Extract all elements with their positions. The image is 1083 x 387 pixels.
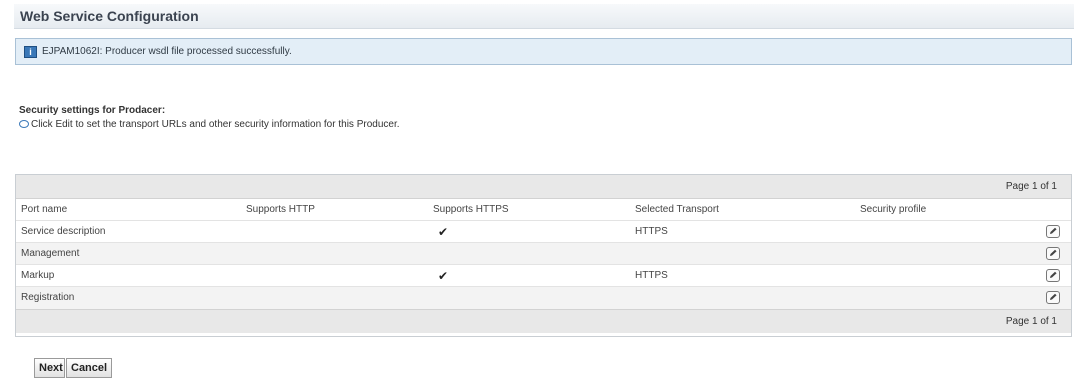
edit-icon[interactable]	[1046, 291, 1060, 304]
table-row: Markup ✔ HTTPS	[16, 265, 1071, 287]
ports-table: Page 1 of 1 Port name Supports HTTP Supp…	[15, 174, 1072, 337]
table-row: Service description ✔ HTTPS	[16, 221, 1071, 243]
info-icon: i	[24, 46, 37, 58]
status-message-text: EJPAM1062I: Producer wsdl file processed…	[42, 46, 292, 57]
supports-https-check-icon: ✔	[438, 225, 449, 239]
help-line: Click Edit to set the transport URLs and…	[19, 119, 400, 130]
port-name-cell: Service description	[21, 226, 106, 237]
selected-transport-cell: HTTPS	[635, 270, 668, 281]
column-header-supports-https: Supports HTTPS	[433, 204, 509, 215]
table-header-row: Port name Supports HTTP Supports HTTPS S…	[16, 199, 1071, 221]
page-title: Web Service Configuration	[20, 8, 199, 24]
table-row: Registration	[16, 287, 1071, 309]
port-name-cell: Registration	[21, 292, 75, 303]
help-bubble-icon	[19, 120, 29, 128]
status-message: i EJPAM1062I: Producer wsdl file process…	[15, 38, 1072, 65]
pager-top: Page 1 of 1	[16, 175, 1071, 199]
edit-icon[interactable]	[1046, 225, 1060, 238]
help-text: Click Edit to set the transport URLs and…	[31, 119, 400, 130]
column-header-selected-transport: Selected Transport	[635, 204, 719, 215]
port-name-cell: Management	[21, 248, 80, 259]
column-header-security-profile: Security profile	[860, 204, 927, 215]
next-button[interactable]: Next	[34, 358, 65, 378]
selected-transport-cell: HTTPS	[635, 226, 668, 237]
column-header-supports-http: Supports HTTP	[246, 204, 315, 215]
edit-icon[interactable]	[1046, 247, 1060, 260]
security-settings-title: Security settings for Prodacer:	[19, 105, 166, 116]
table-row: Management	[16, 243, 1071, 265]
supports-https-check-icon: ✔	[438, 269, 449, 283]
port-name-cell: Markup	[21, 270, 55, 281]
edit-icon[interactable]	[1046, 269, 1060, 282]
column-header-port-name: Port name	[21, 204, 68, 215]
pager-bottom: Page 1 of 1	[16, 309, 1071, 333]
cancel-button[interactable]: Cancel	[66, 358, 112, 378]
